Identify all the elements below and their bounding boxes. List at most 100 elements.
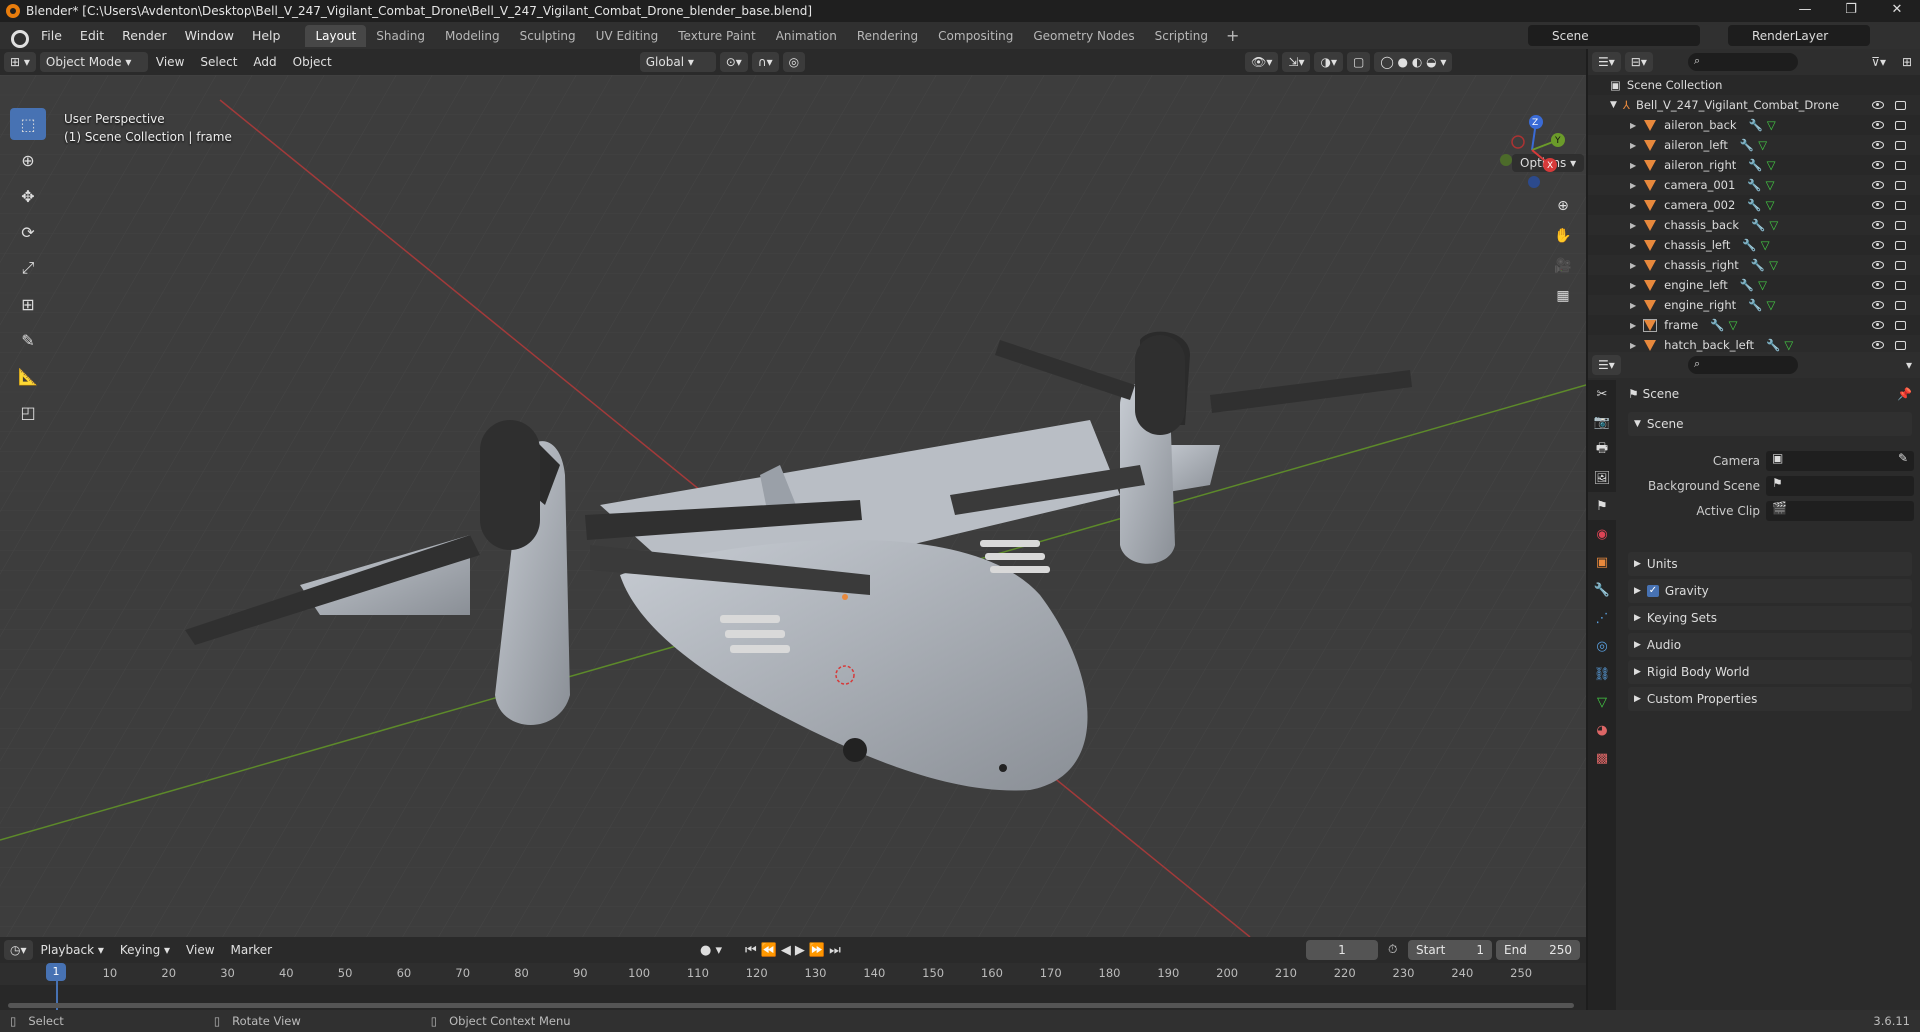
outliner-editor-type-icon[interactable]: ☰▾ [1592,52,1621,72]
menu-playback[interactable]: Playback ▾ [33,943,112,957]
outliner-object-row[interactable]: ▶ engine_right 🔧 ▽ [1588,295,1920,315]
maximize-button[interactable]: ❐ [1828,0,1874,22]
mesh-data-icon[interactable]: ▽ [1767,158,1776,172]
render-camera-icon[interactable] [1895,100,1906,110]
mesh-data-icon[interactable]: ▽ [1766,298,1775,312]
render-camera-icon[interactable] [1895,280,1906,290]
annotate-tool-icon[interactable]: ✎ [10,324,46,356]
expand-arrow-icon[interactable]: ▶ [1630,341,1636,350]
mesh-data-icon[interactable]: ▽ [1767,118,1776,132]
rotate-tool-icon[interactable]: ⟳ [10,216,46,248]
render-camera-icon[interactable] [1895,160,1906,170]
expand-arrow-icon[interactable]: ▶ [1630,261,1636,270]
timeline[interactable]: 1102030405060708090100110120130140150160… [0,963,1586,1010]
modifier-icon[interactable]: 🔧 [1742,238,1756,252]
menu-window[interactable]: Window [176,22,243,49]
expand-arrow-icon[interactable]: ▶ [1630,121,1636,130]
display-mode-icon[interactable]: ⊟▾ [1624,52,1653,72]
render-camera-icon[interactable] [1895,200,1906,210]
data-tab-icon[interactable]: ▽ [1588,688,1616,716]
outliner-object-row[interactable]: ▶ camera_001 🔧 ▽ [1588,175,1920,195]
visibility-eye-icon[interactable] [1872,161,1884,169]
constraints-tab-icon[interactable]: ⛓ [1588,660,1616,688]
visibility-eye-icon[interactable] [1872,121,1884,129]
3d-viewport[interactable]: Options ▾ Z Y X ⊕ ✋ 🎥 ▦ [0,75,1586,937]
view-layer-selector[interactable]: RenderLayer [1728,25,1870,46]
mesh-data-icon[interactable]: ▽ [1761,238,1770,252]
tab-layout[interactable]: Layout [305,24,367,47]
subpanel-custom-properties[interactable]: ▶ Custom Properties [1628,687,1912,711]
menu-help[interactable]: Help [243,22,290,49]
object-tab-icon[interactable]: ▣ [1588,548,1616,576]
tab-compositing[interactable]: Compositing [928,25,1023,47]
tab-shading[interactable]: Shading [366,25,435,47]
xray-icon[interactable]: ▢ [1346,52,1371,72]
shading-modes-icon[interactable]: ◯ ● ◐ ◒ ▾ [1374,52,1453,72]
subpanel-keying-sets[interactable]: ▶ Keying Sets [1628,606,1912,630]
transform-tool-icon[interactable]: ⊞ [10,288,46,320]
render-camera-icon[interactable] [1895,340,1906,350]
visibility-eye-icon[interactable] [1872,181,1884,189]
playback-controls-icon[interactable]: ⏮⏪◀▶⏩⏭ [745,943,845,958]
blender-menu-icon[interactable] [8,27,29,48]
camera-field[interactable]: ▣ ✎ [1766,451,1914,471]
camera-view-icon[interactable]: 🎥 [1550,253,1576,279]
expand-arrow-icon[interactable]: ▶ [1630,181,1636,190]
minimize-button[interactable]: — [1782,0,1828,22]
material-tab-icon[interactable]: ◕ [1588,716,1616,744]
visibility-eye-icon[interactable] [1872,221,1884,229]
visibility-eye-icon[interactable] [1872,101,1884,109]
render-tab-icon[interactable]: 📷 [1588,408,1616,436]
gravity-checkbox[interactable]: ✓ [1646,585,1659,597]
particles-tab-icon[interactable]: ⋰ [1588,604,1616,632]
outliner-object-row[interactable]: ▶ engine_left 🔧 ▽ [1588,275,1920,295]
visibility-eye-icon[interactable] [1872,141,1884,149]
move-tool-icon[interactable]: ✥ [10,180,46,212]
outliner-object-row[interactable]: ▶ camera_002 🔧 ▽ [1588,195,1920,215]
mesh-data-icon[interactable]: ▽ [1784,338,1793,352]
menu-marker[interactable]: Marker [223,943,280,957]
expand-arrow-icon[interactable]: ▶ [1630,301,1636,310]
menu-keying[interactable]: Keying ▾ [112,943,178,957]
modifier-icon[interactable]: 🔧 [1751,258,1765,272]
modifier-icon[interactable]: 🔧 [1766,338,1780,352]
scene-selector[interactable]: Scene [1528,25,1700,46]
scene-collection-row[interactable]: ▣ Scene Collection [1588,75,1920,95]
filter-icon[interactable]: ⊽▾ [1871,55,1886,69]
modifier-icon[interactable]: 🔧 [1748,298,1762,312]
tab-geometry-nodes[interactable]: Geometry Nodes [1023,25,1144,47]
properties-options-icon[interactable]: ▾ [1906,358,1912,372]
timeline-scrollbar[interactable] [8,1003,1574,1008]
mesh-data-icon[interactable]: ▽ [1758,278,1767,292]
texture-tab-icon[interactable]: ▩ [1588,744,1616,772]
outliner-object-row[interactable]: ▶ frame 🔧 ▽ [1588,315,1920,335]
expand-arrow-icon[interactable]: ▶ [1630,241,1636,250]
tool-tab-icon[interactable]: ✂ [1588,380,1616,408]
visibility-eye-icon[interactable] [1872,261,1884,269]
cursor-tool-icon[interactable]: ⊕ [10,144,46,176]
close-button[interactable]: ✕ [1874,0,1920,22]
outliner-object-row[interactable]: ▶ aileron_right 🔧 ▽ [1588,155,1920,175]
expand-arrow-icon[interactable]: ▶ [1630,221,1636,230]
modifier-icon[interactable]: 🔧 [1747,178,1761,192]
modifier-icon[interactable]: 🔧 [1747,198,1761,212]
object-mode-dropdown[interactable]: Object Mode ▾ [39,52,148,72]
visibility-eye-icon[interactable] [1872,281,1884,289]
proportional-edit-icon[interactable]: ◎ [782,52,806,72]
select-box-tool-icon[interactable]: ⬚ [10,108,46,140]
outliner-object-row[interactable]: ▶ aileron_back 🔧 ▽ [1588,115,1920,135]
render-camera-icon[interactable] [1895,180,1906,190]
mesh-data-icon[interactable]: ▽ [1769,258,1778,272]
pin-icon[interactable]: 📌 [1897,387,1912,401]
menu-file[interactable]: File [32,22,71,49]
navigation-gizmo[interactable]: Z Y X [1492,110,1572,190]
modifier-icon[interactable]: 🔧 [1748,158,1762,172]
stopwatch-icon[interactable]: ⏱ [1388,942,1397,957]
background-scene-field[interactable]: ⚑ [1766,476,1914,496]
measure-tool-icon[interactable]: 📐 [10,360,46,392]
snap-icon[interactable]: ∩▾ [751,52,779,72]
subpanel-units[interactable]: ▶ Units [1628,552,1912,576]
tab-rendering[interactable]: Rendering [847,25,928,47]
menu-view[interactable]: View [148,55,192,69]
render-camera-icon[interactable] [1895,300,1906,310]
